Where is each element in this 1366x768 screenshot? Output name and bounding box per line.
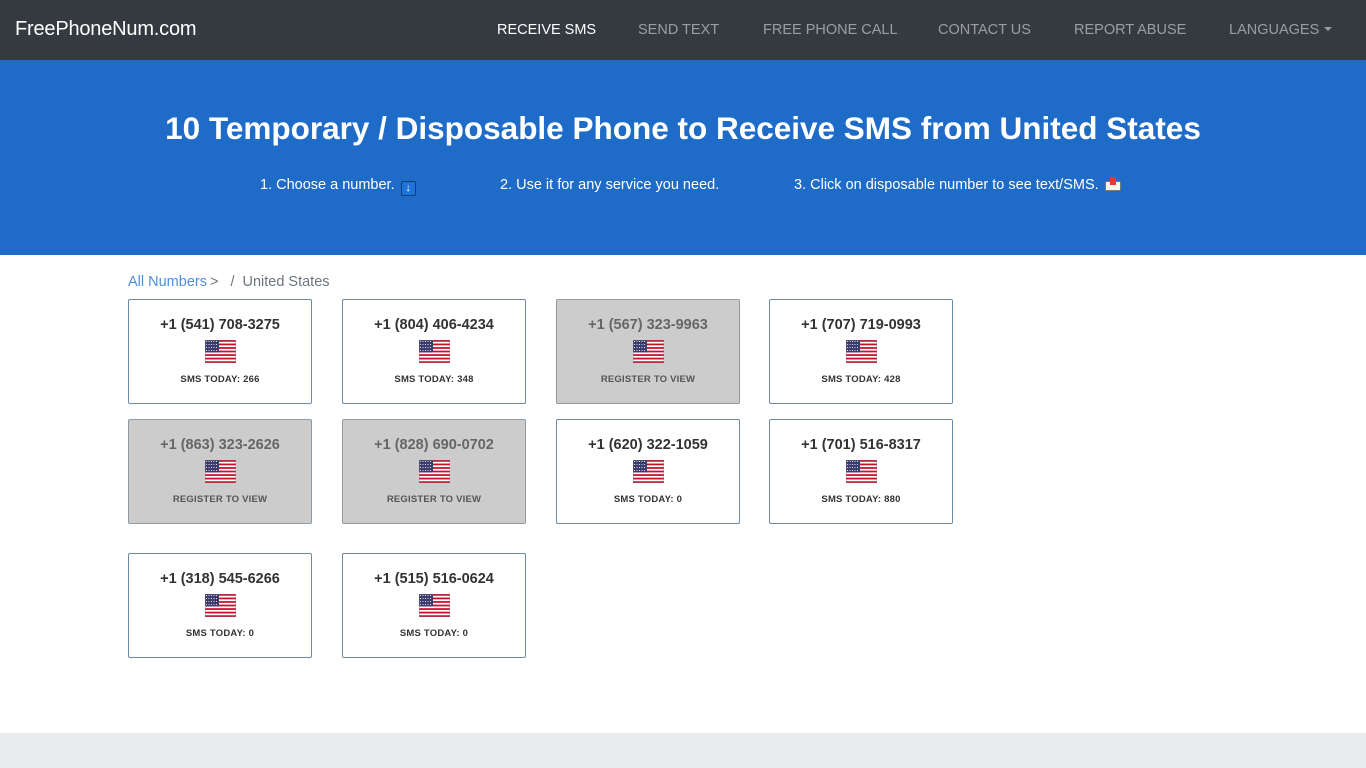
- sms-today-count: SMS TODAY: 0: [399, 628, 469, 639]
- sms-today-count: SMS TODAY: 0: [185, 628, 255, 639]
- phone-number-card[interactable]: +1 (620) 322-1059 SMS TODAY: 0: [556, 419, 740, 524]
- us-flag-icon: [418, 339, 451, 364]
- us-flag-icon: [204, 459, 237, 484]
- step-choose-number: 1. Choose a number. ↓: [260, 177, 416, 196]
- step-text: 3. Click on disposable number to see tex…: [794, 177, 1099, 193]
- phone-number: +1 (701) 516-8317: [801, 437, 921, 453]
- phone-number: +1 (707) 719-0993: [801, 317, 921, 333]
- us-flag-icon: [845, 339, 878, 364]
- phone-number: +1 (828) 690-0702: [374, 437, 494, 453]
- nav-send-text[interactable]: SEND TEXT: [638, 22, 719, 38]
- sms-today-count: SMS TODAY: 428: [821, 374, 901, 385]
- breadcrumb: All Numbers > / United States: [128, 274, 330, 290]
- caret-down-icon: [1324, 27, 1333, 31]
- nav-languages-label: LANGUAGES: [1229, 22, 1320, 38]
- page-footer: [0, 733, 1366, 768]
- step-click-number: 3. Click on disposable number to see tex…: [794, 177, 1121, 193]
- phone-number-card[interactable]: +1 (541) 708-3275 SMS TODAY: 266: [128, 299, 312, 404]
- step-text: 1. Choose a number.: [260, 177, 395, 193]
- page-title: 10 Temporary / Disposable Phone to Recei…: [165, 110, 1201, 146]
- down-arrow-icon: ↓: [400, 181, 416, 196]
- phone-number-card[interactable]: +1 (828) 690-0702 REGISTER TO VIEW: [342, 419, 526, 524]
- phone-number: +1 (515) 516-0624: [374, 571, 494, 587]
- phone-number-card[interactable]: +1 (318) 545-6266 SMS TODAY: 0: [128, 553, 312, 658]
- top-navbar: FreePhoneNum.com RECEIVE SMS SEND TEXT F…: [0, 0, 1366, 60]
- sms-today-count: SMS TODAY: 880: [821, 494, 901, 505]
- step-use-service: 2. Use it for any service you need.: [500, 177, 719, 193]
- us-flag-icon: [632, 339, 665, 364]
- breadcrumb-separator: /: [230, 274, 235, 290]
- nav-languages-dropdown[interactable]: LANGUAGES: [1229, 22, 1333, 38]
- breadcrumb-current: United States: [242, 274, 330, 290]
- breadcrumb-all-numbers-link[interactable]: All Numbers: [128, 274, 207, 290]
- phone-number-card[interactable]: +1 (707) 719-0993 SMS TODAY: 428: [769, 299, 953, 404]
- hero-banner: 10 Temporary / Disposable Phone to Recei…: [0, 60, 1366, 255]
- sms-today-count: SMS TODAY: 266: [180, 374, 260, 385]
- step-text: 2. Use it for any service you need.: [500, 177, 720, 193]
- register-to-view-label: REGISTER TO VIEW: [172, 494, 268, 505]
- phone-number: +1 (620) 322-1059: [588, 437, 708, 453]
- phone-number: +1 (567) 323-9963: [588, 317, 708, 333]
- breadcrumb-chevron: >: [209, 274, 219, 290]
- us-flag-icon: [632, 459, 665, 484]
- phone-number-card[interactable]: +1 (863) 323-2626 REGISTER TO VIEW: [128, 419, 312, 524]
- phone-number-card[interactable]: +1 (701) 516-8317 SMS TODAY: 880: [769, 419, 953, 524]
- us-flag-icon: [204, 593, 237, 618]
- nav-free-phone-call[interactable]: FREE PHONE CALL: [763, 22, 898, 38]
- register-to-view-label: REGISTER TO VIEW: [600, 374, 696, 385]
- phone-number: +1 (318) 545-6266: [160, 571, 280, 587]
- nav-contact-us[interactable]: CONTACT US: [938, 22, 1031, 38]
- phone-number: +1 (863) 323-2626: [160, 437, 280, 453]
- sms-today-count: SMS TODAY: 0: [613, 494, 683, 505]
- phone-number-card[interactable]: +1 (804) 406-4234 SMS TODAY: 348: [342, 299, 526, 404]
- phone-number-card[interactable]: +1 (567) 323-9963 REGISTER TO VIEW: [556, 299, 740, 404]
- us-flag-icon: [845, 459, 878, 484]
- us-flag-icon: [418, 459, 451, 484]
- us-flag-icon: [204, 339, 237, 364]
- nav-receive-sms[interactable]: RECEIVE SMS: [497, 22, 596, 38]
- phone-number: +1 (541) 708-3275: [160, 317, 280, 333]
- register-to-view-label: REGISTER TO VIEW: [386, 494, 482, 505]
- inbox-tray-icon: [1104, 177, 1121, 191]
- brand-logo-link[interactable]: FreePhoneNum.com: [15, 18, 197, 41]
- nav-report-abuse[interactable]: REPORT ABUSE: [1074, 22, 1186, 38]
- phone-number: +1 (804) 406-4234: [374, 317, 494, 333]
- phone-number-card[interactable]: +1 (515) 516-0624 SMS TODAY: 0: [342, 553, 526, 658]
- us-flag-icon: [418, 593, 451, 618]
- sms-today-count: SMS TODAY: 348: [394, 374, 474, 385]
